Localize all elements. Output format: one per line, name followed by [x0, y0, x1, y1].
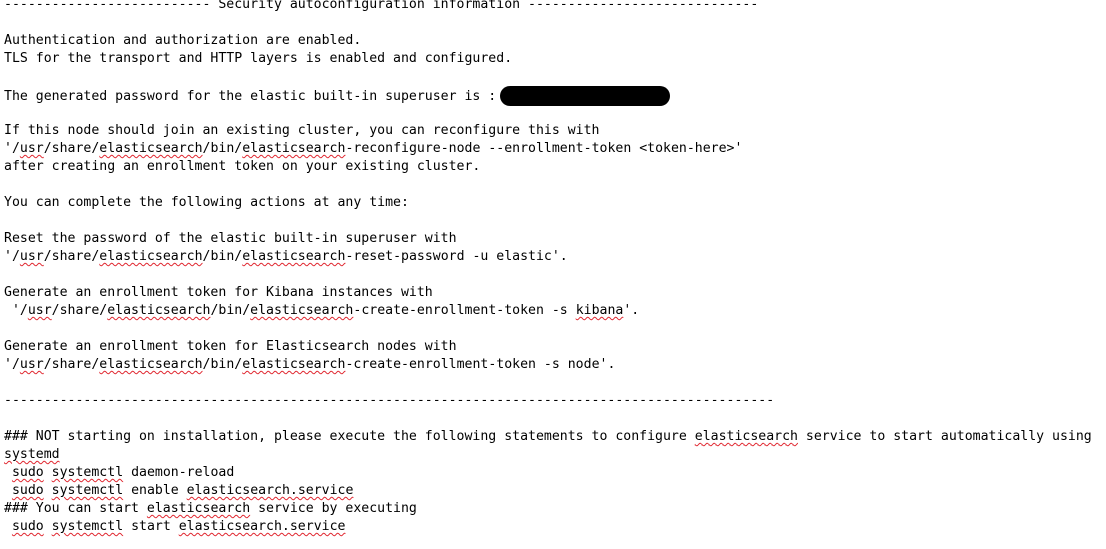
terminal-line: systemd	[4, 446, 1104, 464]
terminal-line: Generate an enrollment token for Kibana …	[4, 284, 1104, 302]
terminal-line: ### You can start elasticsearch service …	[4, 500, 1104, 518]
terminal-text: The generated password for the elastic b…	[4, 89, 497, 104]
terminal-text: /share/	[51, 303, 108, 318]
spellcheck-flagged-word: elasticsearch	[99, 141, 203, 156]
terminal-text: /share/	[43, 249, 100, 264]
spellcheck-flagged-word: elasticsearch	[242, 357, 346, 372]
terminal-text: TLS for the transport and HTTP layers is…	[4, 51, 513, 66]
spellcheck-flagged-word: sudo	[11, 519, 44, 534]
terminal-line: sudo systemctl daemon-reload	[4, 464, 1104, 482]
spellcheck-flagged-word: usr	[19, 249, 44, 264]
terminal-output: -------------------------- Security auto…	[4, 0, 1104, 536]
terminal-text: /share/	[43, 141, 100, 156]
terminal-text: /bin/	[210, 303, 251, 318]
terminal-line: Reset the password of the elastic built-…	[4, 230, 1104, 248]
terminal-line: You can complete the following actions a…	[4, 194, 1104, 212]
terminal-text: If this node should join an existing clu…	[4, 123, 600, 138]
terminal-line: '/usr/share/elasticsearch/bin/elasticsea…	[4, 140, 1104, 158]
spellcheck-flagged-word: elasticsearch	[242, 141, 346, 156]
spellcheck-flagged-word: sudo	[11, 465, 44, 480]
terminal-text: after creating an enrollment token on yo…	[4, 159, 481, 174]
terminal-text: -create-enrollment-token -s	[353, 303, 576, 318]
terminal-line: sudo systemctl enable elasticsearch.serv…	[4, 482, 1104, 500]
terminal-text: /share/	[43, 357, 100, 372]
terminal-text: /bin/	[202, 141, 243, 156]
terminal-text: ### NOT starting on installation, please…	[4, 429, 695, 444]
spellcheck-flagged-word: elasticsearch	[250, 303, 354, 318]
terminal-line: -------------------------- Security auto…	[4, 0, 1104, 14]
terminal-line: The generated password for the elastic b…	[4, 86, 1104, 106]
spellcheck-flagged-word: elasticsearch	[146, 501, 251, 516]
spellcheck-flagged-word: usr	[19, 141, 44, 156]
spellcheck-flagged-word: systemctl	[51, 483, 124, 498]
terminal-text: enable	[123, 483, 187, 498]
terminal-text: Generate an enrollment token for Elastic…	[4, 339, 457, 354]
terminal-text: Generate an enrollment token for Kibana …	[4, 285, 433, 300]
terminal-line: '/usr/share/elasticsearch/bin/elasticsea…	[4, 248, 1104, 266]
spellcheck-flagged-word: systemd	[4, 447, 60, 462]
spellcheck-flagged-word: usr	[19, 357, 44, 372]
terminal-text: -reconfigure-node --enrollment-token <to…	[345, 141, 743, 156]
terminal-text: /bin/	[202, 357, 243, 372]
terminal-text: -reset-password -u elastic'.	[345, 249, 568, 264]
terminal-line: '/usr/share/elasticsearch/bin/elasticsea…	[4, 302, 1104, 320]
spellcheck-flagged-word: elasticsearch	[242, 249, 346, 264]
terminal-text: Authentication and authorization are ena…	[4, 33, 362, 48]
spellcheck-flagged-word: systemctl	[51, 519, 124, 534]
terminal-line: Authentication and authorization are ena…	[4, 32, 1104, 50]
terminal-text: '/	[4, 141, 20, 156]
terminal-text: '/	[4, 249, 20, 264]
spellcheck-flagged-word: elasticsearch	[694, 429, 798, 444]
spellcheck-flagged-word: elasticsearch	[107, 303, 211, 318]
spellcheck-flagged-word: systemctl	[51, 465, 124, 480]
terminal-line: ----------------------------------------…	[4, 392, 1104, 410]
spellcheck-flagged-word: elasticsearch.service	[178, 519, 346, 534]
terminal-text: daemon-reload	[123, 465, 235, 480]
terminal-text: -create-enrollment-token -s node'.	[345, 357, 616, 372]
spellcheck-flagged-word: kibana	[575, 303, 624, 318]
terminal-line: after creating an enrollment token on yo…	[4, 158, 1104, 176]
spellcheck-flagged-word: usr	[27, 303, 52, 318]
terminal-text: '/	[4, 303, 28, 318]
spellcheck-flagged-word: elasticsearch	[99, 249, 203, 264]
spellcheck-flagged-word: elasticsearch.service	[186, 483, 354, 498]
terminal-line: '/usr/share/elasticsearch/bin/elasticsea…	[4, 356, 1104, 374]
terminal-text: You can complete the following actions a…	[4, 195, 409, 210]
terminal-text: ----------------------------------------…	[4, 393, 775, 408]
spellcheck-flagged-word: elasticsearch	[99, 357, 203, 372]
terminal-text: -------------------------- Security auto…	[4, 0, 759, 12]
terminal-text: service by executing	[250, 501, 417, 516]
redacted-password-block	[500, 86, 671, 106]
terminal-line: ### NOT starting on installation, please…	[4, 428, 1104, 446]
terminal-text: service to start automatically using	[797, 429, 1092, 444]
terminal-text: start	[123, 519, 179, 534]
terminal-line: TLS for the transport and HTTP layers is…	[4, 50, 1104, 68]
terminal-line: If this node should join an existing clu…	[4, 122, 1104, 140]
spellcheck-flagged-word: sudo	[11, 483, 44, 498]
terminal-line: Generate an enrollment token for Elastic…	[4, 338, 1104, 356]
terminal-line: sudo systemctl start elasticsearch.servi…	[4, 518, 1104, 536]
terminal-text: ### You can start	[4, 501, 147, 516]
terminal-text: '/	[4, 357, 20, 372]
terminal-text: /bin/	[202, 249, 243, 264]
terminal-text: '.	[623, 303, 640, 318]
terminal-text: Reset the password of the elastic built-…	[4, 231, 457, 246]
